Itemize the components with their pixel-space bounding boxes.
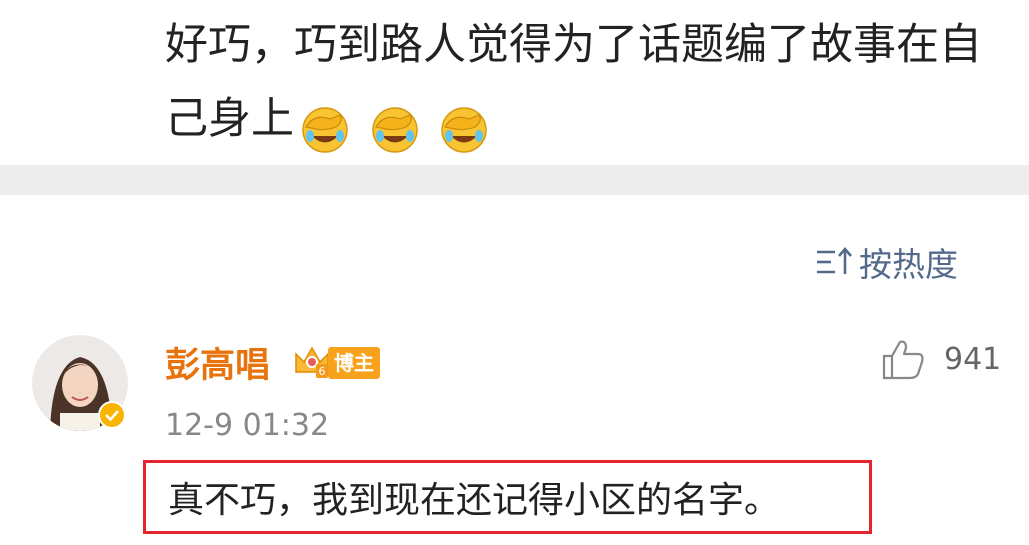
post-text-content: 好巧，巧到路人觉得为了话题编了故事在自己身上: [165, 20, 982, 144]
post-text: 好巧，巧到路人觉得为了话题编了故事在自己身上: [165, 8, 1005, 164]
svg-text:6: 6: [319, 365, 326, 378]
comment-username[interactable]: 彭高唱: [165, 340, 270, 392]
comment-text: 真不巧，我到现在还记得小区的名字。: [168, 480, 781, 521]
like-button[interactable]: 941: [880, 336, 1001, 382]
sort-by-hot-button[interactable]: 按热度: [815, 238, 958, 286]
sort-icon: [817, 247, 852, 274]
blogger-badge: 博主: [328, 347, 380, 379]
thumbs-up-icon: [882, 340, 924, 380]
crown-icon: 6: [295, 346, 329, 378]
like-count: 941: [944, 341, 1002, 377]
facepalm-laugh-emoji-icon: [371, 106, 418, 153]
verified-icon: [98, 401, 126, 429]
comment-timestamp: 12-9 01:32: [165, 408, 330, 443]
emoji-row: [300, 90, 495, 164]
highlighted-comment: 真不巧，我到现在还记得小区的名字。: [143, 460, 872, 534]
facepalm-laugh-emoji-icon: [302, 106, 348, 153]
facepalm-laugh-emoji-icon: [441, 106, 488, 153]
sort-label: 按热度: [859, 245, 958, 284]
section-separator: [0, 165, 1029, 195]
avatar[interactable]: [32, 335, 128, 431]
